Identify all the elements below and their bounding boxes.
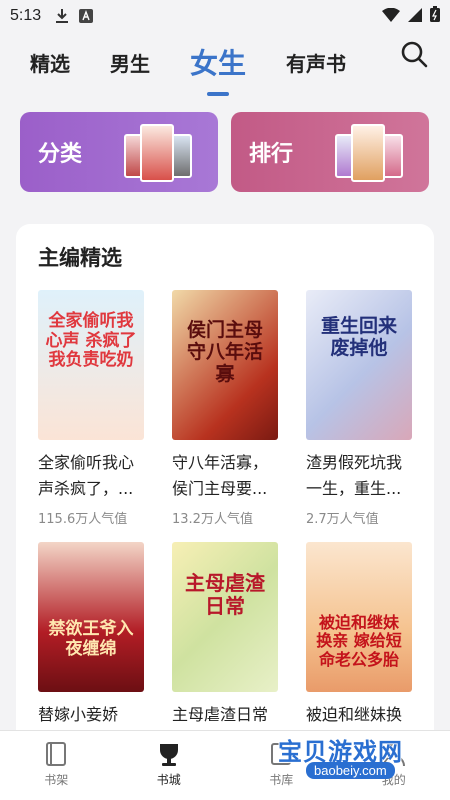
ranking-card[interactable]: 排行	[231, 112, 429, 192]
book-card[interactable]: 禁欲王爷入夜缠绵 替嫁小妾娇	[38, 542, 146, 754]
book-title: 全家偷听我心声杀疯了，...	[38, 453, 135, 498]
bookshelf-icon	[45, 741, 67, 767]
category-card[interactable]: 分类	[20, 112, 218, 192]
book-cover: 全家偷听我心声 杀疯了 我负责吃奶	[38, 290, 144, 440]
tab-female[interactable]: 女生	[190, 42, 246, 82]
book-card[interactable]: 全家偷听我心声 杀疯了 我负责吃奶 全家偷听我心声杀疯了，... 115.6万人…	[38, 290, 146, 527]
category-card-covers	[124, 124, 192, 186]
app-notification-icon	[79, 9, 94, 23]
book-cover: 主母虐渣日常	[172, 542, 278, 692]
book-popularity: 115.6万人气值	[38, 512, 128, 527]
book-cover: 侯门主母 守八年活寡	[172, 290, 278, 440]
nav-label: 书城	[156, 773, 181, 787]
nav-bookshelf[interactable]: 书架	[0, 731, 113, 800]
book-cover: 被迫和继妹换亲 嫁给短命老公多胎	[306, 542, 412, 692]
search-button[interactable]	[398, 40, 430, 72]
book-card[interactable]: 侯门主母 守八年活寡 守八年活寡，侯门主母要... 13.2万人气值	[172, 290, 280, 527]
ranking-card-label: 排行	[249, 142, 294, 167]
nav-label: 书架	[44, 773, 69, 787]
book-card[interactable]: 重生回来 废掉他 渣男假死坑我一生，重生... 2.7万人气值	[306, 290, 414, 527]
battery-icon	[430, 6, 440, 26]
tab-featured[interactable]: 精选	[30, 48, 70, 77]
tab-male[interactable]: 男生	[110, 48, 150, 77]
editors-picks-section: 主编精选 全家偷听我心声 杀疯了 我负责吃奶 全家偷听我心声杀疯了，... 11…	[16, 224, 434, 764]
download-icon	[55, 8, 69, 24]
wifi-icon	[382, 7, 400, 26]
book-title: 守八年活寡，侯门主母要...	[172, 453, 269, 498]
book-card[interactable]: 被迫和继妹换亲 嫁给短命老公多胎 被迫和继妹换	[306, 542, 414, 754]
signal-icon	[408, 7, 422, 26]
bookstore-icon	[156, 741, 182, 767]
nav-bookstore[interactable]: 书城	[113, 731, 226, 800]
book-cover: 重生回来 废掉他	[306, 290, 412, 440]
book-popularity: 2.7万人气值	[306, 512, 379, 527]
status-bar: 5:13	[0, 0, 450, 32]
top-tabs: 精选 男生 女生 有声书	[0, 32, 450, 92]
book-popularity: 13.2万人气值	[172, 512, 253, 527]
book-title: 渣男假死坑我一生，重生...	[306, 453, 403, 498]
book-card[interactable]: 主母虐渣日常 主母虐渣日常	[172, 542, 280, 754]
ranking-card-covers	[335, 124, 403, 186]
search-icon	[400, 40, 428, 72]
book-cover: 禁欲王爷入夜缠绵	[38, 542, 144, 692]
tab-audiobook[interactable]: 有声书	[286, 48, 346, 77]
watermark: 宝贝游戏网 baobeiy.com	[272, 728, 432, 788]
category-card-label: 分类	[38, 142, 83, 167]
section-title: 主编精选	[38, 246, 122, 270]
watermark-domain: baobeiy.com	[306, 762, 395, 779]
status-time: 5:13	[10, 7, 42, 24]
